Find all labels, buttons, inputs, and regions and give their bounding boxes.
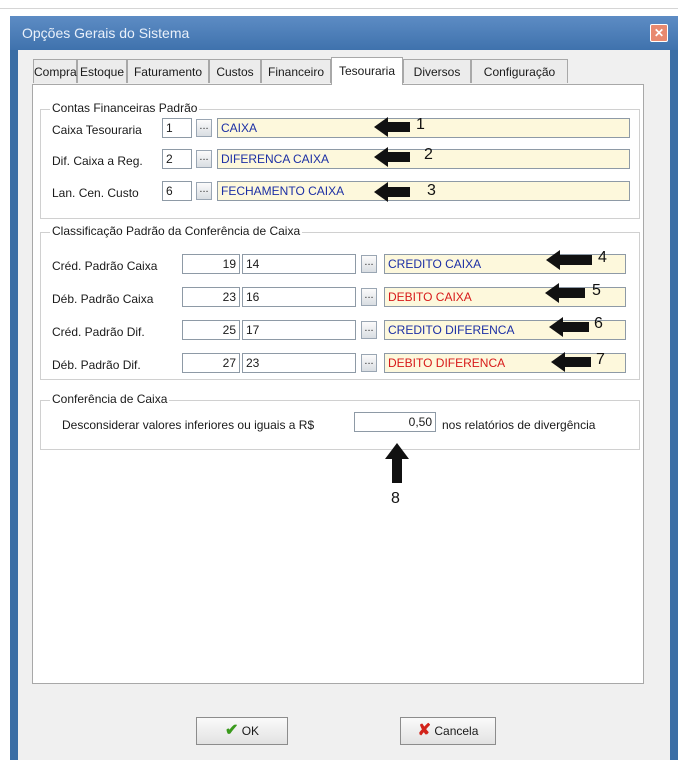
annotation-marker-2: 2 bbox=[424, 146, 433, 163]
deb-padrao-caixa-name-field: DEBITO CAIXA bbox=[384, 287, 626, 307]
deb-padrao-dif-lookup-button[interactable]: ... bbox=[361, 354, 377, 372]
lan-cen-custo-name-field: FECHAMENTO CAIXA bbox=[217, 181, 630, 201]
tab-diversos[interactable]: Diversos bbox=[403, 59, 471, 83]
ok-button[interactable]: ✔ OK bbox=[196, 717, 288, 745]
annotation-marker-1: 1 bbox=[416, 116, 425, 133]
tab-estoque[interactable]: Estoque bbox=[77, 59, 127, 83]
cancel-button-label: Cancela bbox=[434, 724, 479, 738]
arrow-left-icon bbox=[549, 317, 589, 337]
annotation-marker-6: 6 bbox=[594, 315, 603, 332]
cred-padrao-dif-lookup-button[interactable]: ... bbox=[361, 321, 377, 339]
tab-financeiro[interactable]: Financeiro bbox=[261, 59, 331, 83]
cred-padrao-dif-code-input[interactable]: 17 bbox=[242, 320, 356, 340]
deb-padrao-dif-code-input[interactable]: 23 bbox=[242, 353, 356, 373]
cred-padrao-caixa-code-input[interactable]: 14 bbox=[242, 254, 356, 274]
label-caixa-tesouraria: Caixa Tesouraria bbox=[52, 123, 142, 137]
cancel-x-icon: ✘ bbox=[417, 722, 432, 739]
cred-padrao-caixa-lookup-button[interactable]: ... bbox=[361, 255, 377, 273]
lan-cen-custo-code-input[interactable]: 6 bbox=[162, 181, 192, 201]
dif-caixa-lookup-button[interactable]: ... bbox=[196, 150, 212, 168]
dif-caixa-code-input[interactable]: 2 bbox=[162, 149, 192, 169]
cred-padrao-dif-name-field: CREDITO DIFERENCA bbox=[384, 320, 626, 340]
deb-padrao-dif-num-input[interactable]: 27 bbox=[182, 353, 240, 373]
label-cred-padrao-dif: Créd. Padrão Dif. bbox=[52, 325, 145, 339]
label-deb-padrao-caixa: Déb. Padrão Caixa bbox=[52, 292, 154, 306]
label-dif-caixa-reg: Dif. Caixa a Reg. bbox=[52, 154, 143, 168]
label-lan-cen-custo: Lan. Cen. Custo bbox=[52, 186, 139, 200]
arrow-left-icon bbox=[374, 182, 410, 202]
arrow-left-icon bbox=[545, 283, 585, 303]
label-deb-padrao-dif: Déb. Padrão Dif. bbox=[52, 358, 141, 372]
deb-padrao-caixa-lookup-button[interactable]: ... bbox=[361, 288, 377, 306]
label-cred-padrao-caixa: Créd. Padrão Caixa bbox=[52, 259, 158, 273]
tab-compras[interactable]: Compras bbox=[33, 59, 83, 83]
arrow-up-icon bbox=[385, 443, 409, 483]
caixa-tesouraria-lookup-button[interactable]: ... bbox=[196, 119, 212, 137]
arrow-left-icon bbox=[551, 352, 591, 372]
cancel-button[interactable]: ✘ Cancela bbox=[400, 717, 496, 745]
annotation-marker-4: 4 bbox=[598, 249, 607, 266]
close-button[interactable]: ✕ bbox=[650, 24, 668, 42]
caixa-tesouraria-code-input[interactable]: 1 bbox=[162, 118, 192, 138]
conferencia-text-before: Desconsiderar valores inferiores ou igua… bbox=[62, 418, 315, 432]
conferencia-text-after: nos relatórios de divergência bbox=[442, 418, 596, 432]
annotation-marker-8: 8 bbox=[391, 490, 400, 507]
cred-padrao-dif-num-input[interactable]: 25 bbox=[182, 320, 240, 340]
arrow-left-icon bbox=[374, 117, 410, 137]
annotation-marker-5: 5 bbox=[592, 282, 601, 299]
deb-padrao-caixa-num-input[interactable]: 23 bbox=[182, 287, 240, 307]
tab-faturamento[interactable]: Faturamento bbox=[127, 59, 209, 83]
group-classificacao-legend: Classificação Padrão da Conferência de C… bbox=[50, 224, 303, 238]
annotation-marker-3: 3 bbox=[427, 182, 436, 199]
group-conferencia-legend: Conferência de Caixa bbox=[50, 392, 170, 406]
window-title: Opções Gerais do Sistema bbox=[22, 25, 190, 41]
check-icon: ✔ bbox=[224, 722, 239, 739]
lan-cen-custo-lookup-button[interactable]: ... bbox=[196, 182, 212, 200]
ok-button-label: OK bbox=[241, 724, 260, 738]
arrow-left-icon bbox=[374, 147, 410, 167]
annotation-marker-7: 7 bbox=[596, 351, 605, 368]
deb-padrao-caixa-code-input[interactable]: 16 bbox=[242, 287, 356, 307]
cred-padrao-caixa-num-input[interactable]: 19 bbox=[182, 254, 240, 274]
tab-tesouraria[interactable]: Tesouraria bbox=[331, 57, 403, 85]
limite-divergencia-input[interactable]: 0,50 bbox=[354, 412, 436, 432]
tab-configuracao[interactable]: Configuração bbox=[471, 59, 568, 83]
tab-custos[interactable]: Custos bbox=[209, 59, 261, 83]
arrow-left-icon bbox=[546, 250, 592, 270]
background-line bbox=[0, 8, 678, 9]
group-contas-legend: Contas Financeiras Padrão bbox=[50, 101, 200, 115]
